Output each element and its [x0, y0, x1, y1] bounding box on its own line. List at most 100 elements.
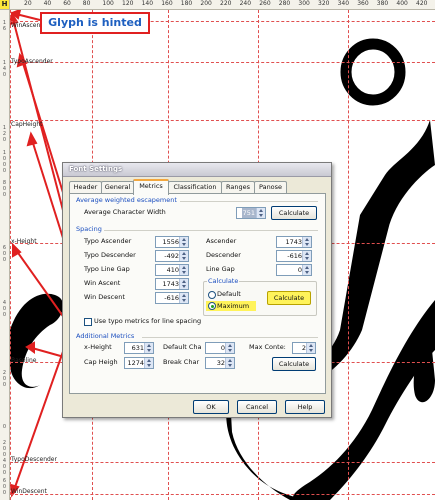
ruler-tick-label: 2 0 0 [2, 370, 7, 388]
guide-label-x-height: x-Height [11, 238, 37, 245]
group-divider [180, 201, 318, 202]
spinner-arrows-icon[interactable] [144, 343, 153, 353]
win-ascent-label: Win Ascent [84, 279, 121, 287]
ruler-tick-label: 100 [102, 0, 114, 7]
guide-typo-ascender [10, 62, 435, 63]
tab-metrics[interactable]: Metrics [133, 179, 169, 195]
ruler-tick-label: 2 0 0 [2, 440, 7, 458]
ruler-tick-label: 1 4 0 [2, 60, 7, 78]
hinting-toggle-icon[interactable]: H [0, 0, 10, 10]
spinner-arrows-icon[interactable] [179, 265, 188, 275]
ruler-tick-label: 40 [43, 0, 52, 7]
guide-left-sidebearing [10, 10, 11, 500]
default-char-field[interactable]: 0 [205, 342, 235, 354]
use-typo-metrics-label[interactable]: Use typo metrics for line spacing [94, 316, 201, 326]
tab-classification[interactable]: Classification [168, 181, 222, 193]
ruler-tick-label: 260 [259, 0, 271, 7]
cap-height-field[interactable]: 1274 [124, 357, 154, 369]
max-context-field[interactable]: 2 [292, 342, 316, 354]
guide-win-descent [10, 494, 435, 495]
spinner-arrows-icon[interactable] [302, 251, 311, 261]
typo-descender-field[interactable]: -492 [155, 250, 189, 262]
calculate-group-title: Calculate [207, 277, 240, 285]
vertical-ruler[interactable]: 1 61 4 01 2 01 0 0 08 0 06 0 04 0 02 0 0… [0, 9, 10, 500]
break-char-field[interactable]: 32 [205, 357, 235, 369]
tab-panose[interactable]: Panose [254, 181, 287, 193]
ruler-tick-label: 280 [278, 0, 291, 7]
cancel-button[interactable]: Cancel [237, 400, 277, 414]
line-gap-field[interactable]: 0 [276, 264, 312, 276]
radio-default-label[interactable]: Default [217, 289, 241, 299]
dialog-titlebar[interactable]: Font Settings [63, 163, 331, 177]
cap-height-label: Cap Heigh [84, 358, 118, 366]
help-button[interactable]: Help [285, 400, 325, 414]
typo-ascender-value: 1556 [162, 238, 179, 246]
tab-ranges[interactable]: Ranges [221, 181, 255, 193]
additional-group-title: Additional Metrics [76, 332, 135, 340]
win-descent-field[interactable]: -616 [155, 292, 189, 304]
typo-line-gap-value: 410 [166, 266, 179, 274]
horizontal-ruler[interactable]: 20 40 60 80 100 120 140 160 180 200 220 240 260 280 30… [0, 0, 435, 10]
spinner-arrows-icon[interactable] [306, 343, 315, 353]
tab-header[interactable]: Header [69, 181, 102, 193]
ruler-tick-label: 1 6 [2, 20, 7, 32]
ok-button[interactable]: OK [193, 400, 229, 414]
avg-char-width-field[interactable]: 751 [236, 207, 266, 219]
descender-label: Descender [206, 251, 241, 259]
ruler-tick-label: 420 [416, 0, 428, 7]
guide-typo-descender [10, 462, 435, 463]
ruler-tick-label: 1 2 0 [2, 125, 7, 143]
ascender-field[interactable]: 1743 [276, 236, 312, 248]
radio-default[interactable] [208, 291, 216, 299]
spinner-arrows-icon[interactable] [225, 343, 234, 353]
radio-maximum[interactable] [208, 302, 216, 310]
ascender-label: Ascender [206, 237, 237, 245]
x-height-label: x-Height [84, 343, 112, 351]
ruler-tick-label: 240 [239, 0, 252, 7]
spinner-arrows-icon[interactable] [256, 208, 265, 218]
dialog-title: Font Settings [69, 165, 123, 173]
group-divider [104, 230, 318, 231]
spinner-arrows-icon[interactable] [179, 293, 188, 303]
tab-general[interactable]: General [101, 181, 134, 193]
spinner-arrows-icon[interactable] [179, 251, 188, 261]
guide-label-win-descent: WinDescent [11, 488, 47, 495]
ruler-tick-label: 300 [298, 0, 310, 7]
descender-field[interactable]: -616 [276, 250, 312, 262]
guide-label-cap-height: CapHeight [11, 121, 43, 128]
additional-calculate-button[interactable]: Calculate [272, 357, 316, 371]
ruler-tick-label: 200 [200, 0, 212, 7]
use-typo-metrics-checkbox[interactable] [84, 318, 92, 326]
ruler-tick-label: 6 0 0 [2, 478, 7, 496]
avg-char-width-label: Average Character Width [84, 208, 166, 216]
spinner-arrows-icon[interactable] [144, 358, 153, 368]
guide-cap-height [10, 120, 435, 121]
max-context-label: Max Conte: [249, 343, 286, 351]
spinner-arrows-icon[interactable] [179, 237, 188, 247]
spinner-arrows-icon[interactable] [302, 265, 311, 275]
avg-char-width-value: 751 [241, 208, 256, 218]
win-ascent-field[interactable]: 1743 [155, 278, 189, 290]
average-group-title: Average weighted escapement [76, 196, 177, 204]
ruler-tick-label: 400 [396, 0, 408, 7]
guide-vertical [348, 10, 349, 500]
typo-ascender-field[interactable]: 1556 [155, 236, 189, 248]
spinner-arrows-icon[interactable] [179, 279, 188, 289]
line-gap-label: Line Gap [206, 265, 235, 273]
guide-label-typo-descender: TypoDescender [11, 456, 57, 463]
spinner-arrows-icon[interactable] [302, 237, 311, 247]
ruler-tick-label: 20 [24, 0, 32, 7]
typo-line-gap-field[interactable]: 410 [155, 264, 189, 276]
spinner-arrows-icon[interactable] [225, 358, 234, 368]
ruler-tick-label: 0 [2, 424, 7, 430]
x-height-field[interactable]: 631 [124, 342, 154, 354]
ruler-tick-label: 8 0 0 [2, 180, 7, 198]
calculate-line-metrics-button[interactable]: Calculate [267, 291, 311, 305]
ruler-tick-label: 360 [357, 0, 369, 7]
font-settings-dialog: Font Settings Header General Metrics Cla… [62, 162, 332, 418]
radio-maximum-label[interactable]: Maximum [217, 301, 249, 311]
ruler-tick-label: 80 [82, 0, 91, 7]
ruler-tick-label: 120 [122, 0, 134, 7]
avg-calculate-button[interactable]: Calculate [271, 206, 317, 220]
break-char-label: Break Char [163, 358, 200, 366]
